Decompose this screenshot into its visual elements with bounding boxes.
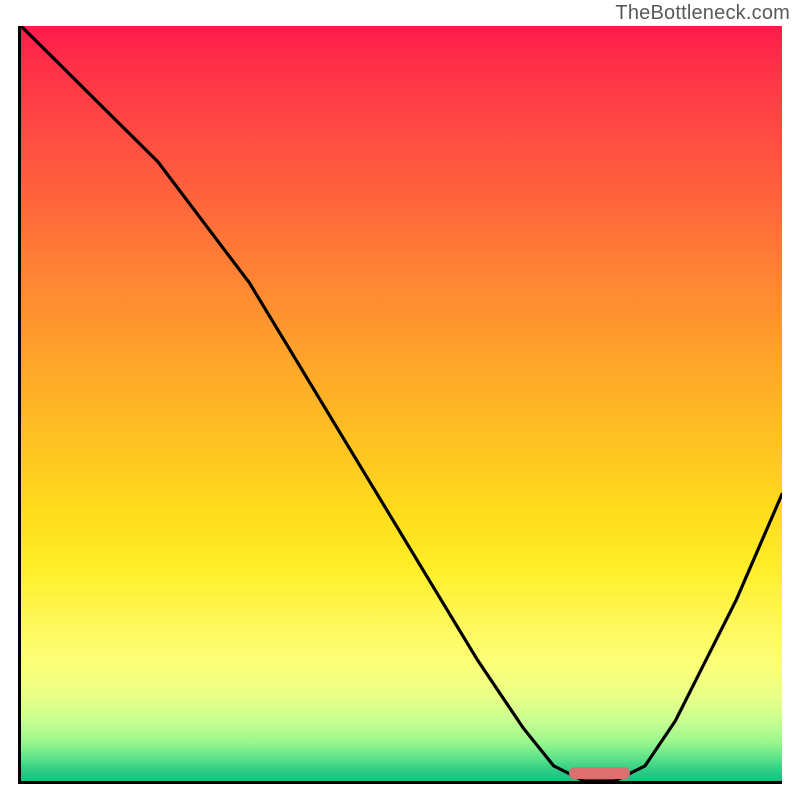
plot-area [18, 26, 782, 784]
bottleneck-curve-path [21, 26, 782, 781]
watermark-text: TheBottleneck.com [615, 2, 790, 25]
bottleneck-chart: TheBottleneck.com [0, 0, 800, 800]
optimal-range-marker [569, 767, 630, 779]
curve-layer [21, 26, 782, 781]
